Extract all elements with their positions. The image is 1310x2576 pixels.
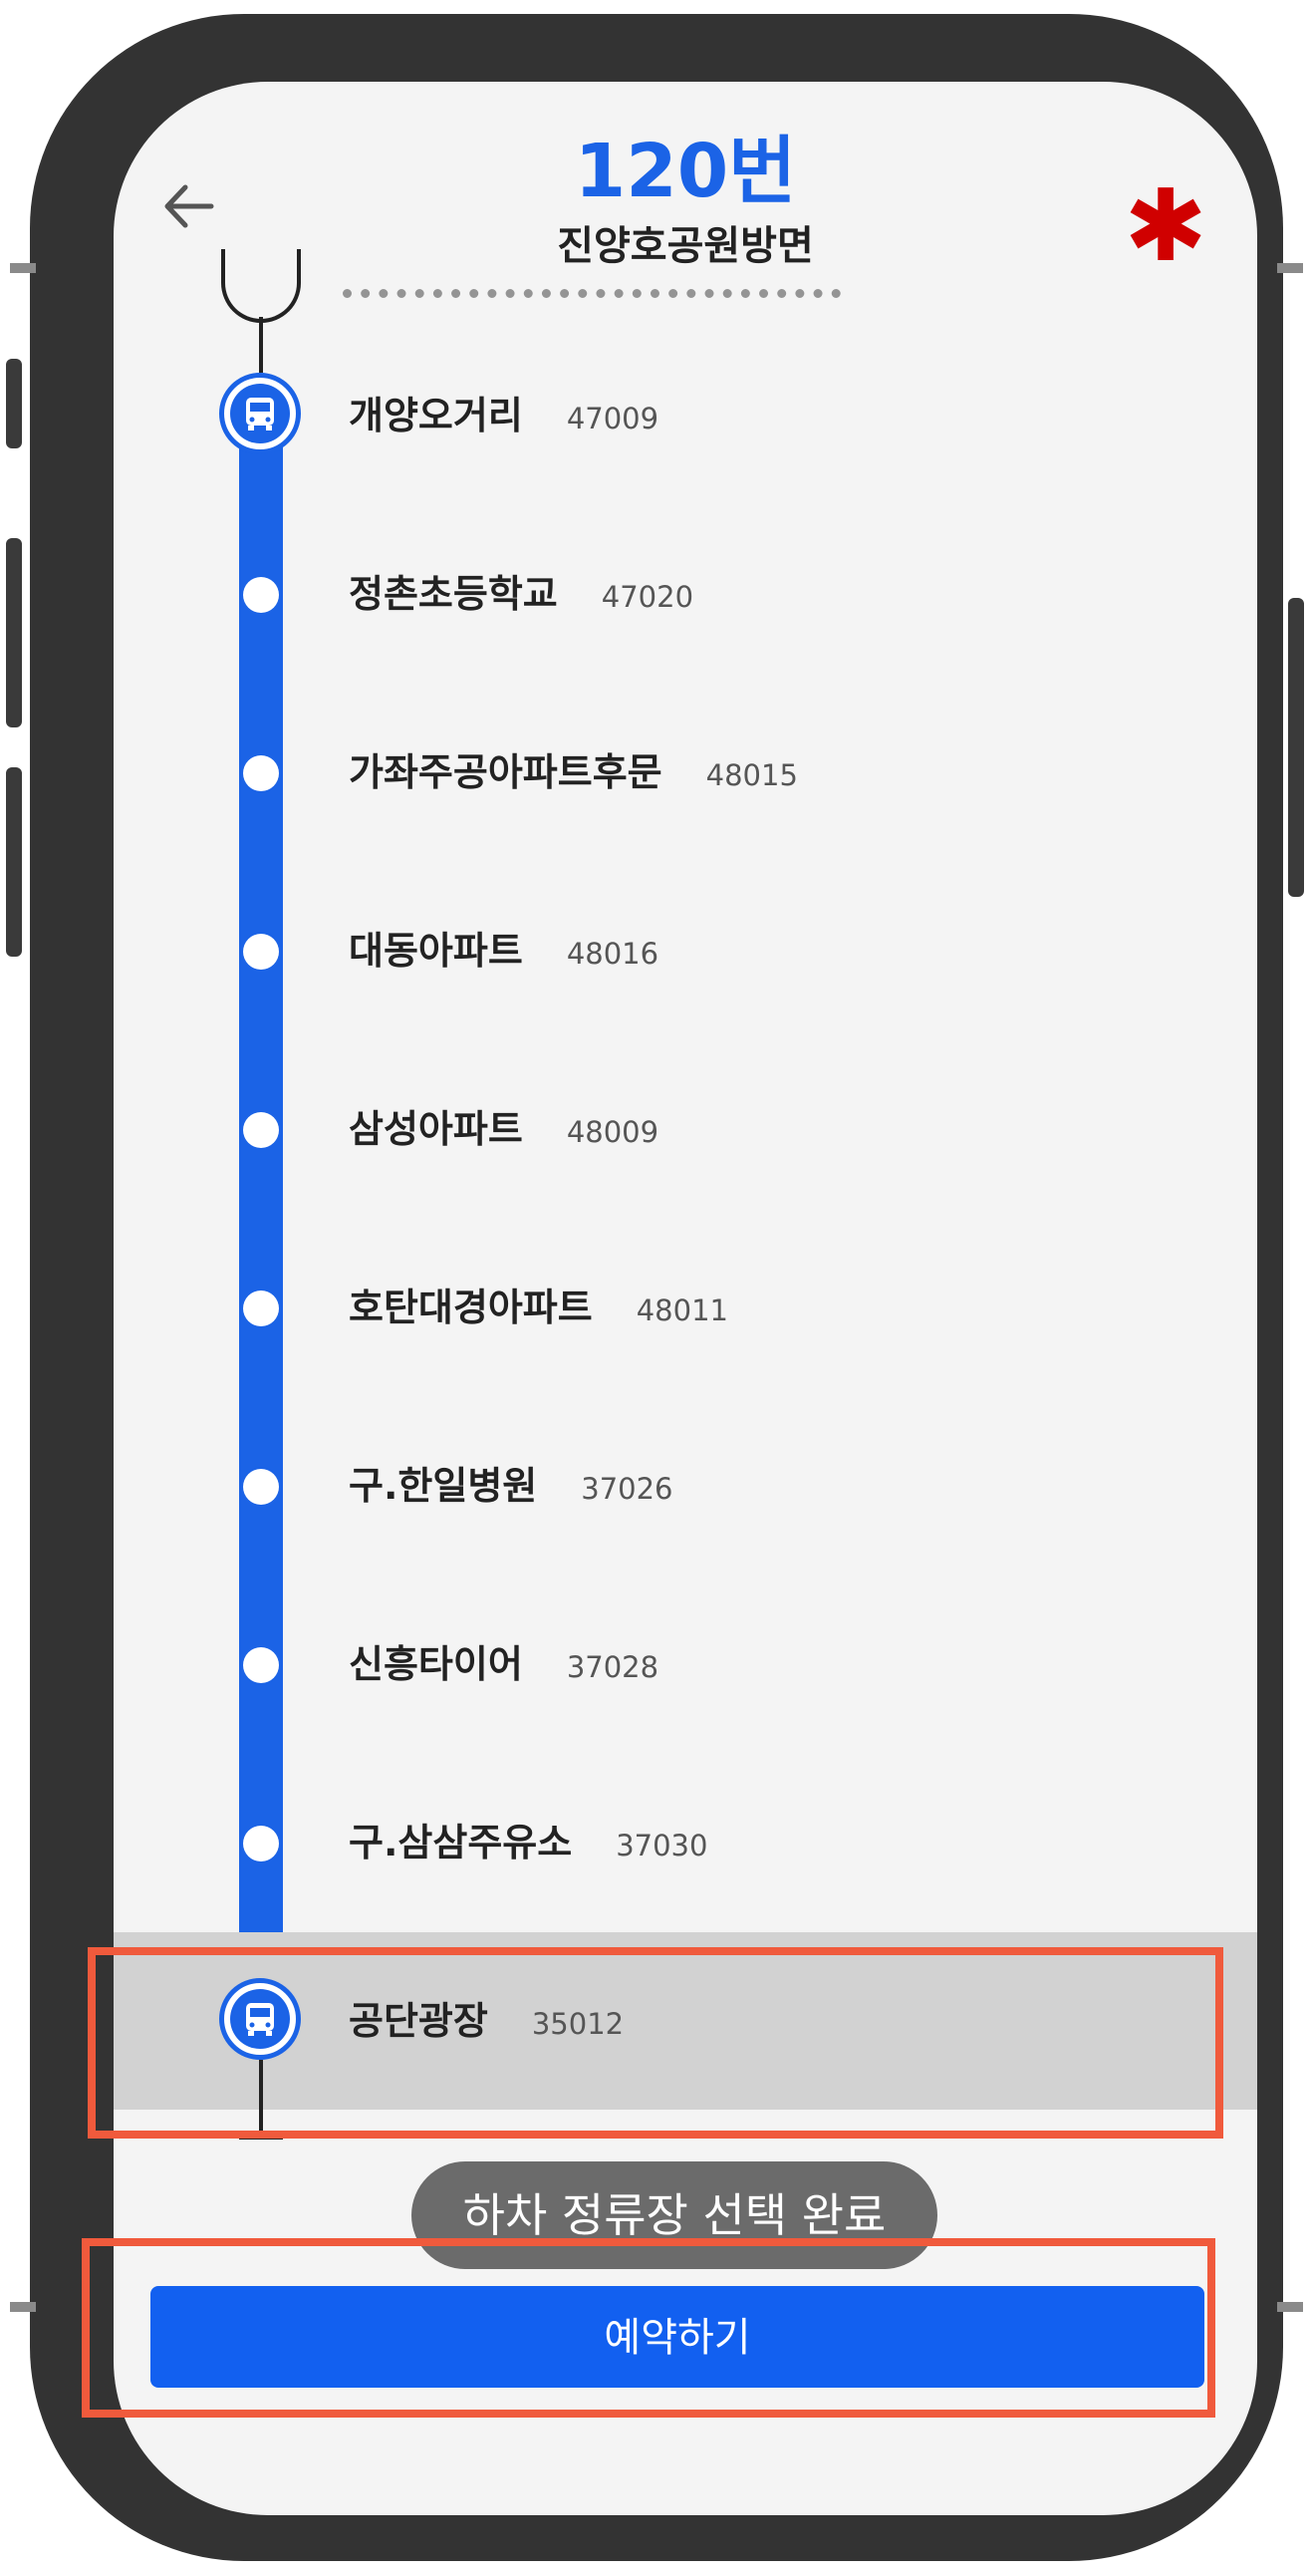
phone-power-button — [1288, 598, 1304, 897]
stop-code: 48011 — [636, 1293, 728, 1327]
phone-volume-down — [6, 767, 22, 957]
stop-name: 삼성아파트 — [349, 1107, 523, 1151]
stop-item[interactable]: 개양오거리 47009 — [114, 327, 1257, 504]
stop-code: 48015 — [705, 758, 798, 792]
stop-item[interactable]: 구.한일병원 37026 — [114, 1397, 1257, 1574]
phone-side-button — [6, 359, 22, 448]
stop-item[interactable]: 구.삼삼주유소 37030 — [114, 1754, 1257, 1931]
frame-tick — [10, 2302, 36, 2312]
frame-tick — [1277, 2302, 1303, 2312]
stop-name: 호탄대경아파트 — [349, 1286, 593, 1329]
stop-item[interactable]: 호탄대경아파트 48011 — [114, 1219, 1257, 1396]
stop-name: 개양오거리 — [349, 394, 523, 437]
stop-name: 구.삼삼주유소 — [349, 1821, 573, 1864]
stop-dot-icon — [243, 1112, 279, 1148]
stop-name: 가좌주공아파트후문 — [349, 750, 662, 794]
stop-name: 정촌초등학교 — [349, 572, 558, 616]
stop-dot-icon — [243, 1826, 279, 1861]
partial-stop-label — [343, 289, 841, 308]
stop-dot-icon — [243, 1290, 279, 1326]
frame-tick — [1277, 263, 1303, 273]
phone-volume-up — [6, 538, 22, 727]
route-number: 120번 — [574, 129, 797, 214]
stop-item[interactable]: 가좌주공아파트후문 48015 — [114, 684, 1257, 861]
stop-dot-icon — [243, 1647, 279, 1683]
stop-code: 48009 — [566, 1115, 659, 1149]
app-screen: 120번 진양호공원방면 ✱ 개양오거리 47009 정촌초등학교 47020 … — [114, 82, 1257, 2515]
asterisk-icon[interactable]: ✱ — [1124, 176, 1207, 276]
stop-item[interactable]: 정촌초등학교 47020 — [114, 505, 1257, 683]
stop-code: 47020 — [601, 580, 694, 614]
stop-code: 48016 — [566, 937, 659, 971]
stop-dot-icon — [243, 577, 279, 613]
stop-item[interactable]: 신흥타이어 37028 — [114, 1575, 1257, 1753]
frame-tick — [10, 263, 36, 273]
stop-dot-icon — [243, 1469, 279, 1505]
stop-code: 37028 — [566, 1650, 659, 1684]
stop-item[interactable]: 대동아파트 48016 — [114, 862, 1257, 1039]
stop-name: 구.한일병원 — [349, 1464, 538, 1508]
stop-code: 47009 — [566, 402, 659, 435]
route-line-fork — [221, 249, 301, 323]
phone-frame: 120번 진양호공원방면 ✱ 개양오거리 47009 정촌초등학교 47020 … — [10, 14, 1303, 2561]
stop-name: 대동아파트 — [349, 929, 523, 973]
reserve-button-highlight — [82, 2238, 1215, 2418]
stop-name: 신흥타이어 — [349, 1642, 523, 1686]
stop-code: 37026 — [581, 1472, 673, 1506]
stop-dot-icon — [243, 934, 279, 970]
stop-item[interactable]: 삼성아파트 48009 — [114, 1040, 1257, 1218]
selected-stop-highlight — [88, 1947, 1223, 2139]
stop-dot-icon — [243, 755, 279, 791]
stop-code: 37030 — [616, 1829, 708, 1862]
bus-stop-icon — [219, 373, 301, 454]
